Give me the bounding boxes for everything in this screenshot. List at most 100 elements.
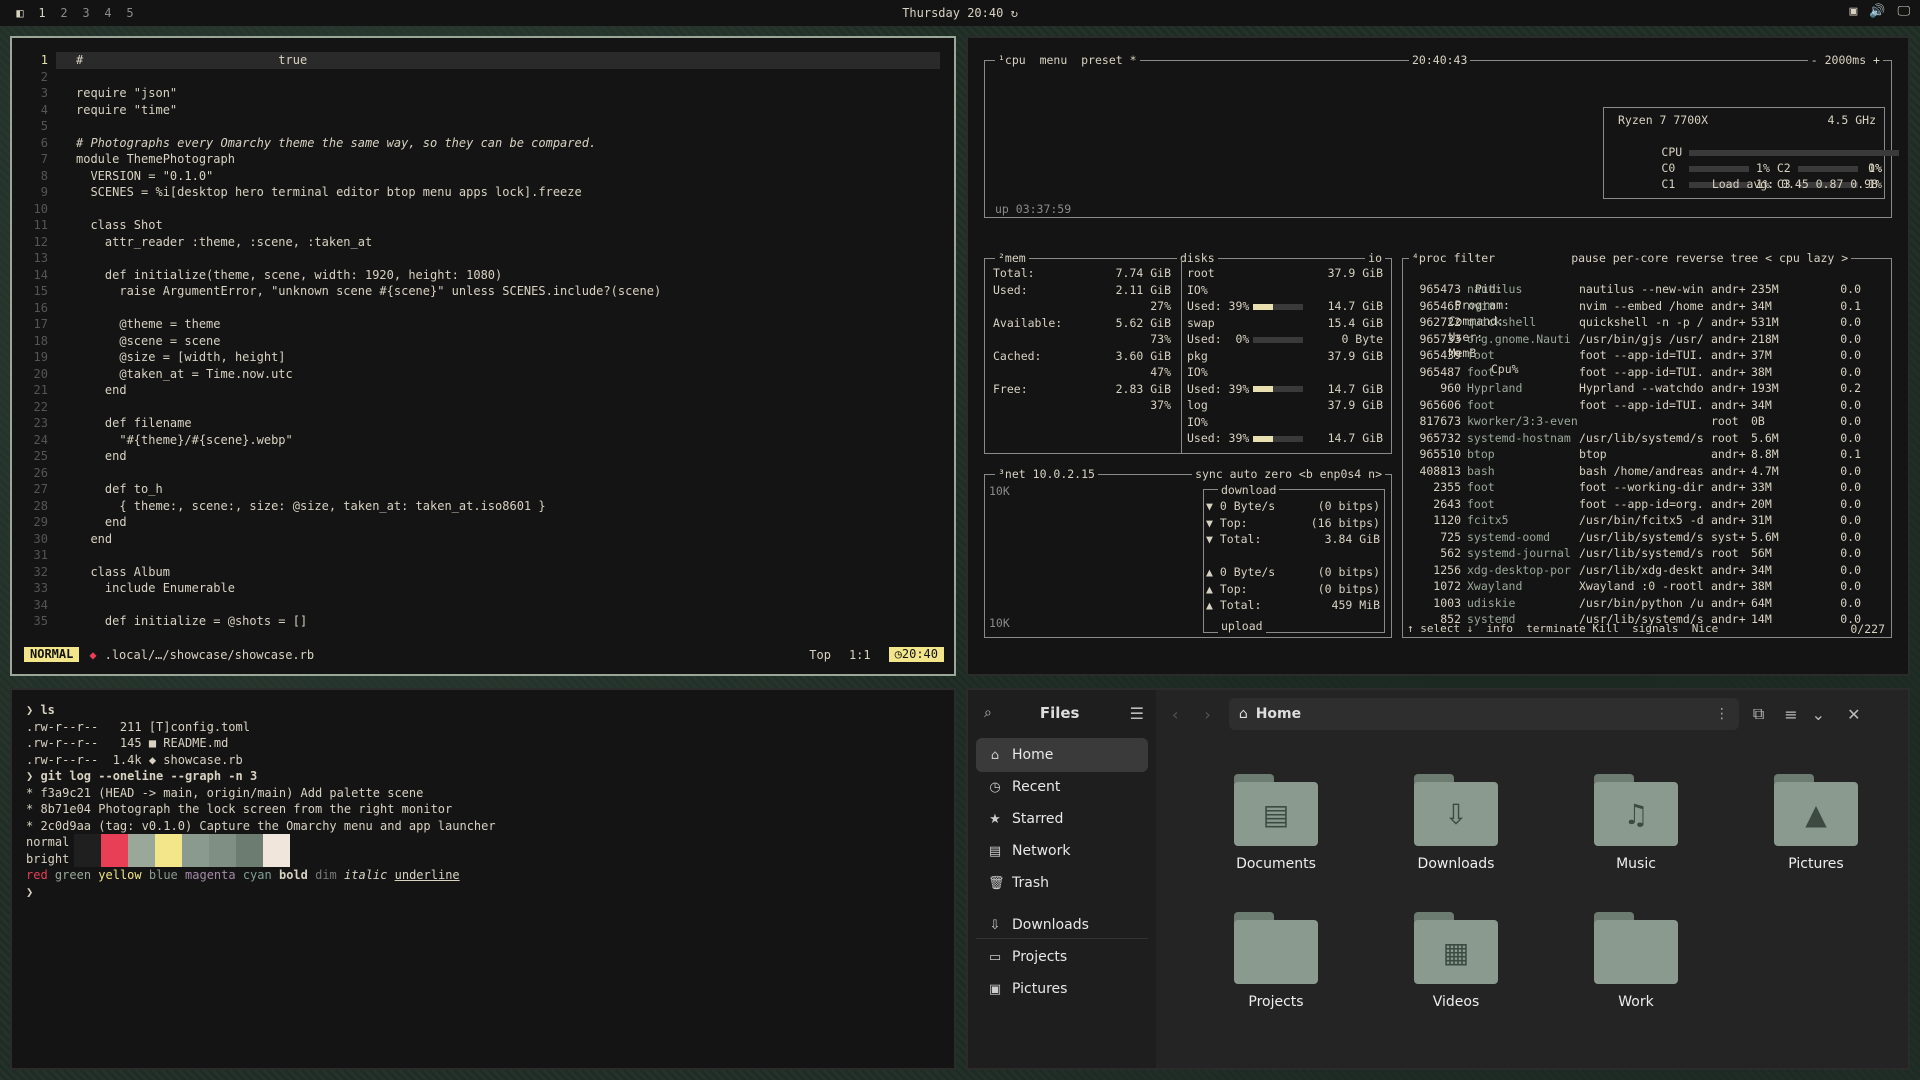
process-row[interactable]: 965606 foot foot --app-id=TUI. andr+ 34M 0.0 — [1407, 397, 1889, 414]
code-line[interactable]: 8 VERSION = "0.1.0" — [12, 168, 954, 185]
prompt[interactable]: ❯ — [26, 884, 496, 901]
code-line[interactable]: 11 class Shot — [12, 217, 954, 234]
sidebar-item-starred[interactable]: ★ Starred — [976, 802, 1148, 836]
code-line[interactable]: 12 attr_reader :theme, :scene, :taken_at — [12, 234, 954, 251]
process-row[interactable]: 2643 foot foot --app-id=org. andr+ 20M 0.0 — [1407, 496, 1889, 513]
code-line[interactable]: 1 # true — [12, 52, 954, 69]
files-window[interactable]: ⌕ Files ☰ ⌂ Home ◷ Recent ★ Starred ▤ Network 🗑 T… — [966, 688, 1910, 1070]
more-icon[interactable]: ⋮ — [1715, 706, 1729, 722]
sidebar-item-home[interactable]: ⌂ Home — [976, 738, 1148, 772]
folder-item[interactable]: ▦ Videos — [1386, 912, 1526, 1010]
editor-window[interactable]: 1 # true 2 3 require "json" 4 require "time" 5 6… — [10, 36, 956, 676]
process-row[interactable]: 1003 udiskie/usr/bin/python /u andr+ 64M 0.0 — [1407, 595, 1889, 612]
process-row[interactable]: 817673 kworker/3:3-even root 0B 0.0 — [1407, 413, 1889, 430]
process-row[interactable]: 965510 btop btop andr+ 8.8M 0.1 — [1407, 446, 1889, 463]
process-row[interactable]: 2355 foot foot --working-dir andr+ 33M 0.0 — [1407, 479, 1889, 496]
net-options[interactable]: sync auto zero <b enp0s4 n> — [1192, 467, 1385, 481]
code-line[interactable]: 22 — [12, 399, 954, 416]
btop-window[interactable]: ¹cpu menu preset * 20:40:43 - 2000ms + u… — [966, 36, 1910, 676]
code-line[interactable]: 17 @theme = theme — [12, 316, 954, 333]
process-row[interactable]: 408813 bash bash /home/andreas andr+ 4.7M 0.0 — [1407, 463, 1889, 480]
process-row[interactable]: 725 systemd-oomd/usr/lib/systemd/s syst+ 5.… — [1407, 529, 1889, 546]
cpu-title[interactable]: ¹cpu — [998, 53, 1026, 67]
display-icon[interactable]: 🖵 — [1897, 4, 1910, 19]
process-row[interactable]: 965439 foot foot --app-id=TUI. andr+ 37M 0.0 — [1407, 347, 1889, 364]
code-line[interactable]: 2 — [12, 69, 954, 86]
code-line[interactable]: 10 — [12, 201, 954, 218]
code-line[interactable]: 23 def filename — [12, 415, 954, 432]
location-bar[interactable]: ⌂ Home ⋮ — [1228, 698, 1739, 730]
proc-footer[interactable]: ↑ select ↓ info terminate Kill signals N… — [1407, 621, 1718, 637]
code-line[interactable]: 26 — [12, 465, 954, 482]
process-row[interactable]: 562 systemd-journal/usr/lib/systemd/s root… — [1407, 545, 1889, 562]
code-line[interactable]: 30 end — [12, 531, 954, 548]
update-interval[interactable]: - 2000ms + — [1807, 53, 1883, 67]
mem-title[interactable]: ²mem — [995, 251, 1029, 265]
code-line[interactable]: 19 @size = [width, height] — [12, 349, 954, 366]
code-line[interactable]: 6 # Photographs every Omarchy theme the s… — [12, 135, 954, 152]
code-line[interactable]: 4 require "time" — [12, 102, 954, 119]
net-title[interactable]: ³net — [998, 467, 1026, 481]
folder-item[interactable]: Work — [1566, 912, 1706, 1010]
code-line[interactable]: 25 end — [12, 448, 954, 465]
folder-item[interactable]: ♫ Music — [1566, 774, 1706, 872]
process-row[interactable]: 965733 org.gnome.Nauti/usr/bin/gjs /usr/a… — [1407, 331, 1889, 348]
code-line[interactable]: 24 "#{theme}/#{scene}.webp" — [12, 432, 954, 449]
screen-icon[interactable]: ▣ — [1849, 4, 1857, 19]
proc-options[interactable]: filter pause per-core reverse tree < cpu… — [1454, 251, 1849, 265]
code-line[interactable]: 34 — [12, 597, 954, 614]
code-line[interactable]: 13 — [12, 250, 954, 267]
code-line[interactable]: 21 end — [12, 382, 954, 399]
menu-button[interactable]: menu — [1040, 53, 1068, 67]
folder-item[interactable]: Projects — [1206, 912, 1346, 1010]
code-line[interactable]: 3 require "json" — [12, 85, 954, 102]
chevron-down-icon[interactable]: ⌄ — [1812, 705, 1825, 724]
code-line[interactable]: 35 def initialize = @shots = [] — [12, 613, 954, 630]
close-icon[interactable]: ✕ — [1847, 705, 1860, 724]
menu-icon[interactable]: ☰ — [1130, 704, 1144, 723]
terminal-output[interactable]: ❯ ls .rw-r--r-- 211 [T]config.toml .rw-r--… — [26, 702, 496, 900]
code-line[interactable]: 14 def initialize(theme, scene, width: 1… — [12, 267, 954, 284]
volume-icon[interactable]: 🔊 — [1869, 4, 1885, 19]
folder-item[interactable]: ▲ Pictures — [1746, 774, 1886, 872]
code-line[interactable]: 28 { theme:, scene:, size: @size, taken_… — [12, 498, 954, 515]
folder-item[interactable]: ⇩ Downloads — [1386, 774, 1526, 872]
process-row[interactable]: 965487 foot foot --app-id=TUI. andr+ 38M 0.0 — [1407, 364, 1889, 381]
process-row[interactable]: 965473 nautilus nautilus --new-win andr+ 235… — [1407, 281, 1889, 298]
list-view-icon[interactable]: ≡ — [1784, 705, 1797, 724]
process-row[interactable]: 1256 xdg-desktop-por/usr/lib/xdg-deskt and… — [1407, 562, 1889, 579]
io-toggle[interactable]: io — [1365, 251, 1385, 265]
proc-title[interactable]: ⁴proc — [1412, 251, 1447, 265]
camera-icon[interactable]: ⧉ — [1753, 704, 1764, 724]
process-row[interactable]: 962722 quickshell quickshell -n -p / andr+ 5… — [1407, 314, 1889, 331]
code-line[interactable]: 27 def to_h — [12, 481, 954, 498]
forward-icon[interactable]: › — [1204, 705, 1210, 724]
sidebar-item-downloads[interactable]: ⇩ Downloads — [976, 908, 1148, 942]
code-line[interactable]: 32 class Album — [12, 564, 954, 581]
process-row[interactable]: 1120 fcitx5/usr/bin/fcitx5 -d andr+ 31M 0.0 — [1407, 512, 1889, 529]
code-line[interactable]: 5 — [12, 118, 954, 135]
code-buffer[interactable]: 1 # true 2 3 require "json" 4 require "time" 5 6… — [12, 52, 954, 630]
sidebar-item-trash[interactable]: 🗑 Trash — [976, 866, 1148, 900]
code-line[interactable]: 29 end — [12, 514, 954, 531]
process-row[interactable]: 960 Hyprland Hyprland --watchdo andr+ 193M 0.… — [1407, 380, 1889, 397]
code-line[interactable]: 15 raise ArgumentError, "unknown scene #… — [12, 283, 954, 300]
disks-title[interactable]: disks — [1177, 251, 1218, 265]
sidebar-item-network[interactable]: ▤ Network — [976, 834, 1148, 868]
process-row[interactable]: 965732 systemd-hostnam/usr/lib/systemd/s r… — [1407, 430, 1889, 447]
folder-item[interactable]: ▤ Documents — [1206, 774, 1346, 872]
code-line[interactable]: 33 include Enumerable — [12, 580, 954, 597]
back-icon[interactable]: ‹ — [1172, 705, 1178, 724]
preset-button[interactable]: preset * — [1081, 53, 1136, 67]
process-row[interactable]: 1072 Xwayland Xwayland :0 -rootl andr+ 38M 0.… — [1407, 578, 1889, 595]
code-line[interactable]: 9 SCENES = %i[desktop hero terminal edit… — [12, 184, 954, 201]
process-row[interactable]: 965465 nvim nvim --embed /home andr+ 34M 0.1 — [1407, 298, 1889, 315]
terminal-window[interactable]: ❯ ls .rw-r--r-- 211 [T]config.toml .rw-r--… — [10, 688, 956, 1070]
code-line[interactable]: 31 — [12, 547, 954, 564]
sidebar-item-pictures[interactable]: ▣ Pictures — [976, 972, 1148, 1006]
sidebar-item-projects[interactable]: ▭ Projects — [976, 940, 1148, 974]
clock[interactable]: Thursday 20:40 ↻ — [0, 6, 1920, 20]
code-line[interactable]: 16 — [12, 300, 954, 317]
code-line[interactable]: 18 @scene = scene — [12, 333, 954, 350]
search-icon[interactable]: ⌕ — [984, 705, 992, 721]
